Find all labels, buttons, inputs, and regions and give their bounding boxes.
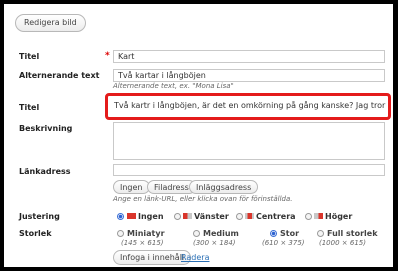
- size-large-label: Stor: [280, 229, 300, 238]
- link-url-hint: Ange en länk-URL, eller klicka ovan för …: [113, 195, 293, 203]
- description-label: Beskrivning: [19, 124, 73, 133]
- image-details-panel: Redigera bild Titel * Kart Alternerande …: [4, 4, 393, 267]
- link-post-url-button[interactable]: Inläggsadress: [189, 180, 259, 194]
- align-center-label: Centrera: [256, 212, 296, 221]
- required-mark: *: [105, 51, 110, 61]
- size-thumbnail-label: Miniatyr: [127, 229, 165, 238]
- align-center-icon: [245, 213, 254, 219]
- align-center-radio[interactable]: [236, 213, 243, 220]
- edit-image-button[interactable]: Redigera bild: [15, 14, 86, 32]
- align-right-radio[interactable]: [305, 213, 312, 220]
- title-input[interactable]: Kart: [113, 50, 385, 63]
- align-none-label: Ingen: [138, 212, 164, 221]
- size-large-radio[interactable]: [270, 230, 277, 237]
- link-url-input[interactable]: [113, 164, 385, 176]
- size-medium-dims: (300 × 184): [193, 239, 236, 247]
- size-full-radio[interactable]: [317, 230, 324, 237]
- description-textarea[interactable]: [113, 122, 385, 160]
- alignment-label: Justering: [19, 212, 60, 221]
- link-url-label: Länkadress: [19, 167, 71, 176]
- alt-text-hint: Alternerande text, ex. "Mona Lisa": [113, 82, 234, 90]
- delete-link[interactable]: Radera: [181, 253, 209, 262]
- caption-label: Titel: [19, 103, 40, 112]
- align-none-radio[interactable]: [117, 213, 124, 220]
- size-full-dims: (1000 × 615): [319, 239, 366, 247]
- caption-input[interactable]: Två kartr i långböjen, är det en omkörni…: [110, 98, 387, 115]
- align-left-radio[interactable]: [174, 213, 181, 220]
- size-large-dims: (610 × 375): [262, 239, 305, 247]
- align-left-icon: [183, 213, 192, 219]
- align-right-label: Höger: [325, 212, 353, 221]
- size-full-label: Full storlek: [327, 229, 378, 238]
- size-thumbnail-radio[interactable]: [117, 230, 124, 237]
- size-medium-radio[interactable]: [193, 230, 200, 237]
- alt-text-label: Alternerande text: [19, 71, 100, 80]
- title-label: Titel: [19, 52, 40, 61]
- alt-text-input[interactable]: Två kartar i långböjen: [113, 69, 385, 82]
- size-medium-label: Medium: [203, 229, 239, 238]
- align-left-label: Vänster: [194, 212, 229, 221]
- align-none-icon: [127, 213, 136, 219]
- size-label: Storlek: [19, 229, 52, 238]
- align-right-icon: [314, 213, 323, 219]
- link-none-button[interactable]: Ingen: [113, 180, 150, 194]
- size-thumbnail-dims: (145 × 615): [121, 239, 164, 247]
- insert-into-post-button[interactable]: Infoga i innehåll: [113, 250, 192, 265]
